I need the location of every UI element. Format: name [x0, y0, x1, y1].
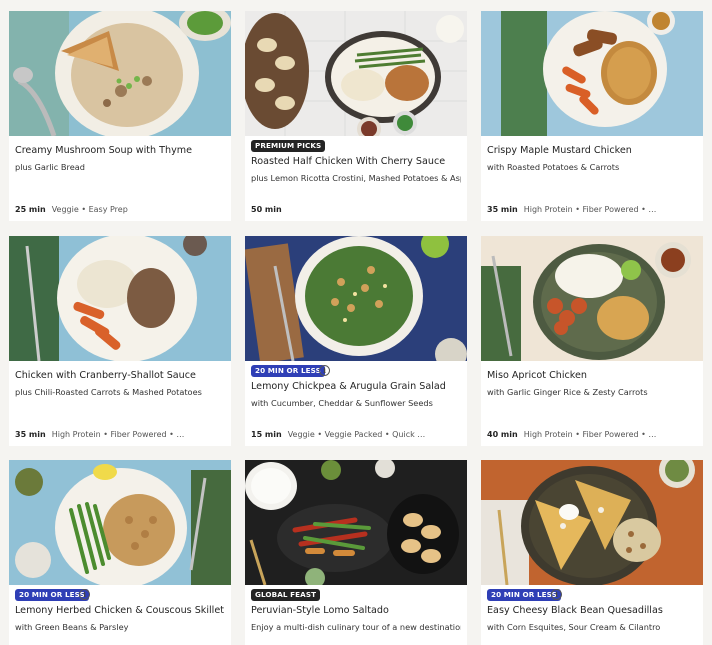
recipe-subtitle: plus Chili-Roasted Carrots & Mashed Pota… [15, 387, 202, 397]
recipe-photo[interactable] [9, 11, 231, 136]
recipe-title[interactable]: Easy Cheesy Black Bean Quesadillas [487, 605, 697, 616]
recipe-photo[interactable] [9, 236, 231, 361]
recipe-title[interactable]: Creamy Mushroom Soup with Thyme [15, 145, 225, 156]
cook-time: 15 min [251, 430, 282, 439]
recipe-meta: 50 min [251, 205, 461, 214]
cook-time: 25 min [15, 205, 46, 214]
recipe-card[interactable]: 20 MIN OR LESS i Easy Cheesy Black Bean … [481, 460, 703, 645]
cook-time: 40 min [487, 430, 518, 439]
recipe-subtitle: plus Garlic Bread [15, 162, 85, 172]
recipe-card[interactable]: PREMIUM PICKS Roasted Half Chicken With … [245, 11, 467, 221]
recipe-card[interactable]: Crispy Maple Mustard Chicken with Roaste… [481, 11, 703, 221]
info-icon[interactable]: i [79, 589, 90, 600]
recipe-photo[interactable] [245, 11, 467, 136]
recipe-title[interactable]: Lemony Chickpea & Arugula Grain Salad [251, 381, 461, 392]
recipe-meta: 35 min High Protein • Fiber Powered • … [15, 430, 225, 439]
recipe-card[interactable]: Chicken with Cranberry-Shallot Sauce plu… [9, 236, 231, 446]
cook-time: 35 min [15, 430, 46, 439]
recipe-card[interactable]: 20 MIN OR LESS i Lemony Chickpea & Arugu… [245, 236, 467, 446]
recipe-card[interactable]: GLOBAL FEAST Peruvian-Style Lomo Saltado… [245, 460, 467, 645]
cook-time: 35 min [487, 205, 518, 214]
cook-time: 50 min [251, 205, 282, 214]
recipe-subtitle: Enjoy a multi-dish culinary tour of a ne… [251, 622, 461, 632]
recipe-title[interactable]: Crispy Maple Mustard Chicken [487, 145, 697, 156]
recipe-photo[interactable] [245, 460, 467, 585]
recipe-subtitle: with Cucumber, Cheddar & Sunflower Seeds [251, 398, 433, 408]
recipe-subtitle: plus Lemon Ricotta Crostini, Mashed Pota… [251, 173, 461, 183]
recipe-card[interactable]: Creamy Mushroom Soup with Thyme plus Gar… [9, 11, 231, 221]
recipe-title[interactable]: Lemony Herbed Chicken & Couscous Skillet [15, 605, 225, 616]
recipe-subtitle: with Green Beans & Parsley [15, 622, 129, 632]
recipe-tags: High Protein • Fiber Powered • … [523, 430, 657, 439]
recipe-meta: 25 min Veggie • Easy Prep [15, 205, 225, 214]
recipe-photo[interactable] [481, 11, 703, 136]
recipe-tags: Veggie • Veggie Packed • Quick … [287, 430, 426, 439]
recipe-title[interactable]: Chicken with Cranberry-Shallot Sauce [15, 370, 225, 381]
quick-badge: 20 MIN OR LESS [251, 365, 325, 377]
recipe-meta: 40 min High Protein • Fiber Powered • … [487, 430, 697, 439]
recipe-card[interactable]: 20 MIN OR LESS i Lemony Herbed Chicken &… [9, 460, 231, 645]
recipe-title[interactable]: Roasted Half Chicken With Cherry Sauce [251, 156, 461, 167]
global-feast-badge: GLOBAL FEAST [251, 589, 321, 601]
recipe-tags: High Protein • Fiber Powered • … [51, 430, 185, 439]
recipe-photo[interactable] [481, 236, 703, 361]
recipe-card[interactable]: Miso Apricot Chicken with Garlic Ginger … [481, 236, 703, 446]
recipe-subtitle: with Corn Esquites, Sour Cream & Cilantr… [487, 622, 661, 632]
recipe-photo[interactable] [481, 460, 703, 585]
premium-picks-badge: PREMIUM PICKS [251, 140, 326, 152]
info-icon[interactable]: i [319, 365, 330, 376]
recipe-subtitle: with Roasted Potatoes & Carrots [487, 162, 620, 172]
quick-badge: 20 MIN OR LESS [15, 589, 89, 601]
recipe-subtitle: with Garlic Ginger Rice & Zesty Carrots [487, 387, 648, 397]
recipe-meta: 15 min Veggie • Veggie Packed • Quick … [251, 430, 461, 439]
recipe-photo[interactable] [9, 460, 231, 585]
recipe-photo[interactable] [245, 236, 467, 361]
info-icon[interactable]: i [551, 589, 562, 600]
recipe-meta: 35 min High Protein • Fiber Powered • … [487, 205, 697, 214]
recipe-tags: Veggie • Easy Prep [51, 205, 128, 214]
recipe-title[interactable]: Peruvian-Style Lomo Saltado [251, 605, 461, 616]
quick-badge: 20 MIN OR LESS [487, 589, 561, 601]
recipe-tags: High Protein • Fiber Powered • … [523, 205, 657, 214]
recipe-title[interactable]: Miso Apricot Chicken [487, 370, 697, 381]
